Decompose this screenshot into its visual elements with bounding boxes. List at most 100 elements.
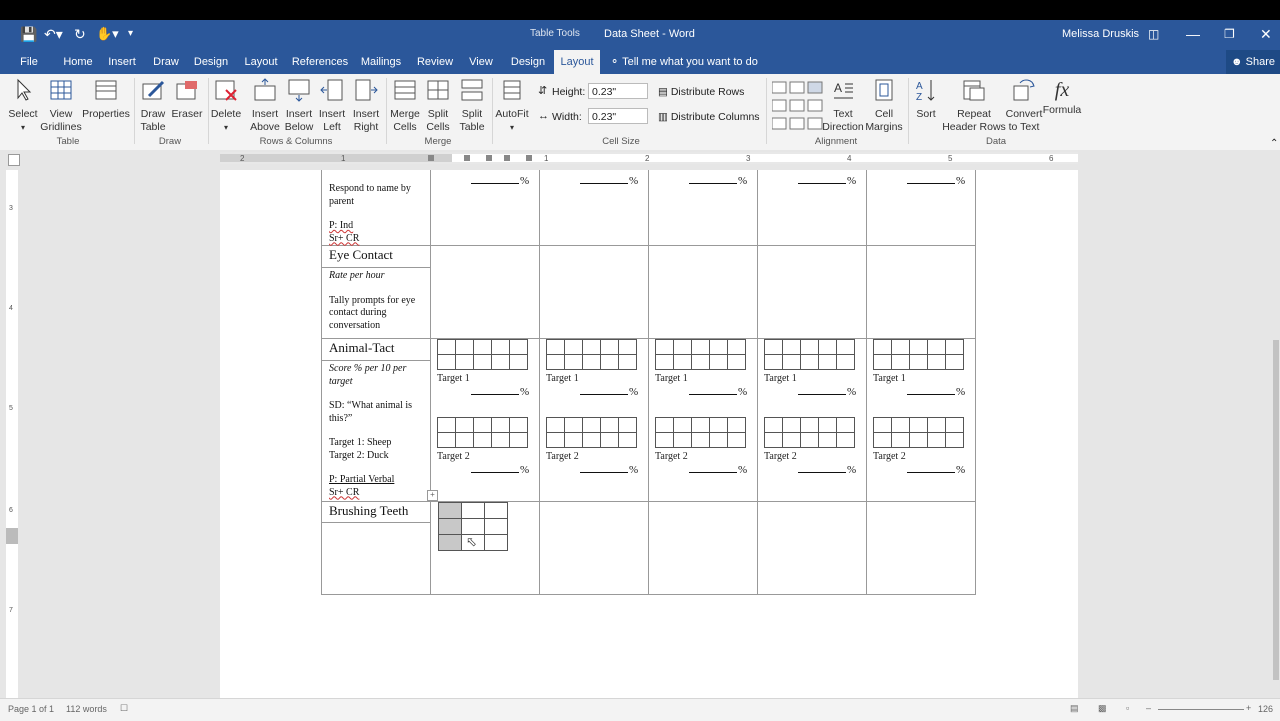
tally-box[interactable]: [546, 339, 565, 355]
tally-box[interactable]: [491, 354, 510, 370]
tally-box[interactable]: [800, 417, 819, 433]
tally-box[interactable]: [891, 339, 910, 355]
insert-below-button[interactable]: Insert Below: [282, 78, 316, 134]
tally-box[interactable]: [582, 339, 601, 355]
tally-box[interactable]: [818, 432, 837, 448]
percent-blank[interactable]: %: [798, 464, 856, 476]
delete-button[interactable]: Delete ▾: [210, 78, 242, 134]
tally-box[interactable]: [927, 417, 946, 433]
tally-box[interactable]: [618, 417, 637, 433]
tally-box[interactable]: [455, 417, 474, 433]
tab-references[interactable]: References: [290, 50, 350, 74]
horizontal-ruler[interactable]: 2 1 1 2 3 4 5 6: [220, 152, 1078, 164]
scroll-thumb[interactable]: [1273, 340, 1279, 680]
tally-box[interactable]: [836, 354, 855, 370]
tally-box[interactable]: [709, 432, 728, 448]
tally-box[interactable]: [509, 354, 528, 370]
merge-cells-button[interactable]: Merge Cells: [388, 78, 422, 134]
tally-box[interactable]: [945, 354, 964, 370]
tab-table-layout[interactable]: Layout: [554, 50, 600, 74]
collapse-ribbon-icon[interactable]: ⌃: [1270, 138, 1278, 149]
tally-box[interactable]: [618, 354, 637, 370]
zoom-in-icon[interactable]: +: [1246, 703, 1251, 713]
zoom-out-icon[interactable]: –: [1146, 703, 1151, 713]
tally-box[interactable]: [564, 339, 583, 355]
tab-insert[interactable]: Insert: [104, 50, 140, 74]
tally-box[interactable]: [836, 339, 855, 355]
page-count[interactable]: Page 1 of 1: [8, 704, 54, 714]
document-page[interactable]: % Target 1% Target 2%% Target 1% Target 2%% T…: [220, 170, 1078, 698]
percent-blank[interactable]: %: [907, 464, 965, 476]
tally-box[interactable]: [473, 339, 492, 355]
print-layout-icon[interactable]: ▩: [1098, 703, 1107, 714]
tally-box[interactable]: [673, 432, 692, 448]
tally-box[interactable]: [800, 432, 819, 448]
tally-box[interactable]: [437, 417, 456, 433]
cell-margins-button[interactable]: Cell Margins: [864, 78, 904, 134]
tally-box[interactable]: [673, 417, 692, 433]
tally-grid[interactable]: [655, 339, 746, 370]
insert-above-button[interactable]: Insert Above: [248, 78, 282, 134]
split-table-button[interactable]: Split Table: [456, 78, 488, 134]
tally-grid[interactable]: [764, 339, 855, 370]
percent-blank[interactable]: %: [471, 175, 529, 187]
convert-to-text-button[interactable]: Convert to Text: [1004, 78, 1044, 134]
word-count[interactable]: 112 words: [66, 704, 107, 714]
tally-box[interactable]: [709, 339, 728, 355]
ribbon-display-icon[interactable]: ◫: [1148, 20, 1159, 50]
tally-box[interactable]: [509, 432, 528, 448]
data-cell[interactable]: [539, 501, 649, 595]
tally-box[interactable]: [582, 354, 601, 370]
tab-selector[interactable]: [8, 154, 20, 166]
tally-box[interactable]: [800, 354, 819, 370]
grid-cell[interactable]: [461, 502, 485, 519]
web-layout-icon[interactable]: ▫: [1126, 703, 1129, 713]
tally-box[interactable]: [873, 417, 892, 433]
tally-box[interactable]: [673, 339, 692, 355]
select-button[interactable]: Select ▾: [6, 78, 40, 134]
tally-box[interactable]: [455, 339, 474, 355]
tally-box[interactable]: [782, 339, 801, 355]
tally-box[interactable]: [727, 354, 746, 370]
tally-box[interactable]: [691, 354, 710, 370]
percent-blank[interactable]: %: [580, 175, 638, 187]
tally-box[interactable]: [945, 432, 964, 448]
selected-cell[interactable]: [438, 502, 462, 519]
tally-box[interactable]: [564, 417, 583, 433]
tally-grid[interactable]: [546, 339, 637, 370]
tally-box[interactable]: [618, 432, 637, 448]
insert-right-button[interactable]: Insert Right: [350, 78, 382, 134]
tally-box[interactable]: [491, 339, 510, 355]
tally-box[interactable]: [691, 417, 710, 433]
tally-grid[interactable]: [437, 417, 528, 448]
tab-table-design[interactable]: Design: [506, 50, 550, 74]
tab-mailings[interactable]: Mailings: [356, 50, 406, 74]
tally-grid[interactable]: [873, 339, 964, 370]
tell-me-box[interactable]: ⚬ Tell me what you want to do: [610, 50, 760, 74]
proofing-icon[interactable]: ☐: [120, 703, 128, 714]
tally-grid[interactable]: [873, 417, 964, 448]
tally-box[interactable]: [891, 354, 910, 370]
tab-draw[interactable]: Draw: [148, 50, 184, 74]
tally-box[interactable]: [455, 354, 474, 370]
selected-cell[interactable]: [438, 534, 462, 551]
text-direction-button[interactable]: A Text Direction: [822, 78, 864, 134]
tally-box[interactable]: [782, 417, 801, 433]
tally-box[interactable]: [691, 339, 710, 355]
percent-blank[interactable]: %: [798, 386, 856, 398]
height-field[interactable]: 0.23": [588, 83, 648, 99]
tally-box[interactable]: [473, 354, 492, 370]
tally-box[interactable]: [945, 417, 964, 433]
data-cell[interactable]: [757, 501, 867, 595]
tally-box[interactable]: [655, 417, 674, 433]
tally-grid[interactable]: [546, 417, 637, 448]
tally-box[interactable]: [873, 354, 892, 370]
tally-box[interactable]: [582, 432, 601, 448]
share-button[interactable]: ☻ Share: [1226, 50, 1280, 74]
grid-cell[interactable]: [484, 502, 508, 519]
vertical-ruler[interactable]: 3 4 5 6 7: [6, 170, 18, 698]
tally-box[interactable]: [655, 354, 674, 370]
percent-blank[interactable]: %: [798, 175, 856, 187]
tally-box[interactable]: [618, 339, 637, 355]
vertical-scrollbar[interactable]: [1272, 150, 1280, 698]
